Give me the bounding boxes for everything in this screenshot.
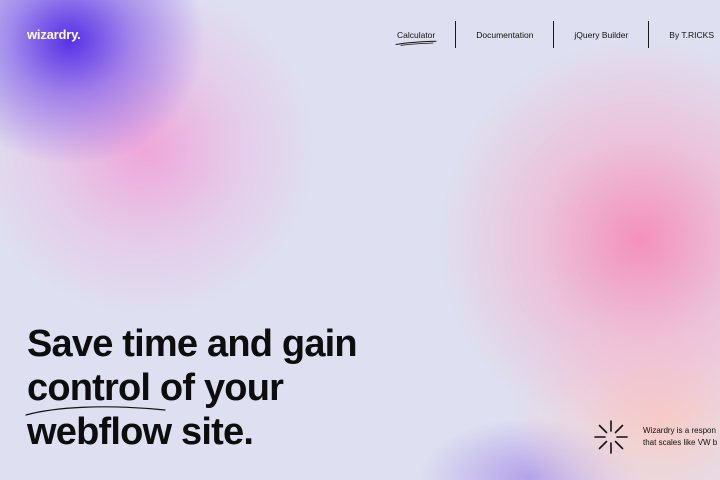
nav-item-by-tricks[interactable]: By T.RICKS	[649, 21, 720, 48]
hero-line-2: control of your	[25, 366, 357, 416]
hero-highlight-word: control	[25, 366, 166, 416]
nav-item-calculator[interactable]: Calculator	[395, 21, 455, 48]
hero-line-1: Save time and gain	[27, 323, 358, 365]
nav-label-documentation: Documentation	[476, 29, 534, 40]
nav-item-jquery-builder[interactable]: jQuery Builder	[554, 21, 648, 48]
intro-text-line-1: Wizardry is a respon	[643, 426, 716, 435]
nav-item-documentation[interactable]: Documentation	[456, 21, 553, 48]
hero-headline: Save time and gain control of your webfl…	[25, 322, 358, 454]
asterisk-icon	[594, 420, 628, 454]
intro-text-line-2: that scales like VW b	[643, 438, 718, 447]
scribble-underline-icon	[25, 406, 166, 416]
nav-label-calculator: Calculator	[396, 29, 436, 40]
nav-label-by-tricks: By T.RICKS	[669, 29, 714, 40]
intro-text: Wizardry is a respon that scales like VW…	[643, 425, 717, 449]
hero-line-2-rest: of your	[150, 367, 284, 409]
nav-label-jquery-builder: jQuery Builder	[574, 29, 629, 40]
logo[interactable]: wizardry.	[27, 27, 81, 42]
page: wizardry. Calculator Documentation jQuer…	[0, 0, 720, 480]
top-nav: Calculator Documentation jQuery Builder …	[395, 21, 720, 48]
active-underline-icon	[395, 40, 437, 46]
